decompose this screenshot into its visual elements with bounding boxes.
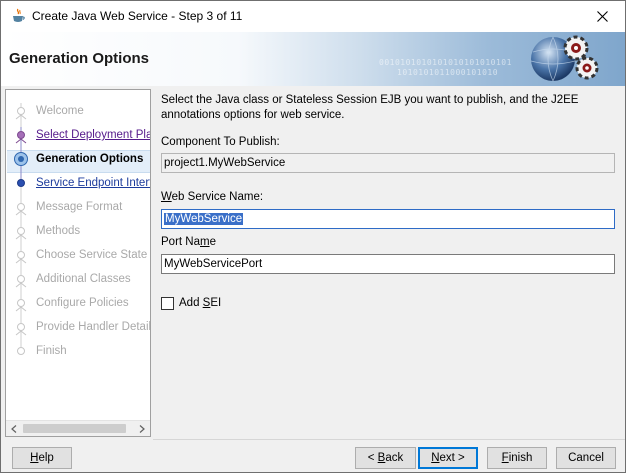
- close-icon: [596, 11, 608, 22]
- instructions-text: Select the Java class or Stateless Sessi…: [161, 94, 579, 121]
- step-provide-handler-details: Provide Handler Details: [36, 321, 151, 333]
- port-name-input[interactable]: MyWebServicePort: [161, 254, 615, 274]
- step-methods: Methods: [36, 225, 81, 237]
- chevron-left-icon: [11, 425, 17, 433]
- web-service-name-input[interactable]: MyWebService: [161, 209, 615, 229]
- step-finish: Finish: [36, 345, 67, 357]
- step-welcome: Welcome: [36, 105, 84, 117]
- scroll-left-button[interactable]: [7, 423, 21, 435]
- step-generation-options[interactable]: Generation Options: [36, 151, 143, 167]
- web-service-gears-icon: [530, 35, 599, 82]
- wizard-header-banner: Generation Options 001010101010101010101…: [1, 32, 625, 86]
- finish-button[interactable]: Finish: [487, 447, 547, 469]
- cancel-button[interactable]: Cancel: [556, 447, 616, 469]
- component-to-publish-field[interactable]: project1.MyWebService: [161, 153, 615, 173]
- step-choose-service-state: Choose Service State: [36, 249, 148, 261]
- divider: [153, 439, 625, 440]
- web-service-name-label: Web Service Name:: [161, 191, 264, 203]
- window-title: Create Java Web Service - Step 3 of 11: [32, 9, 243, 23]
- java-coffee-cup-icon: [13, 8, 25, 22]
- next-button[interactable]: Next >: [418, 447, 478, 469]
- step-message-format: Message Format: [36, 201, 123, 213]
- add-sei-label: Add SEI: [179, 297, 222, 309]
- chevron-right-icon: [139, 425, 145, 433]
- title-bar: Create Java Web Service - Step 3 of 11: [1, 1, 625, 32]
- horizontal-scrollbar[interactable]: [6, 420, 150, 436]
- step-node-sei: [17, 179, 25, 187]
- step-select-deployment-platform[interactable]: Select Deployment Platform: [36, 127, 150, 143]
- back-button[interactable]: < Back: [355, 447, 416, 469]
- selected-text: MyWebService: [164, 213, 244, 225]
- add-sei-checkbox[interactable]: [161, 296, 174, 310]
- component-to-publish-label: Component To Publish:: [161, 136, 280, 148]
- binary-decoration: 1010101011000101010: [397, 68, 499, 77]
- step-node-generation: [14, 152, 28, 166]
- help-button[interactable]: Help: [12, 447, 72, 469]
- close-button[interactable]: [579, 1, 625, 32]
- add-sei-option[interactable]: Add SEI: [161, 295, 221, 311]
- wizard-dialog: Create Java Web Service - Step 3 of 11 G…: [0, 0, 626, 473]
- page-title: Generation Options: [9, 50, 150, 67]
- scrollbar-thumb[interactable]: [23, 424, 126, 433]
- scroll-right-button[interactable]: [135, 423, 149, 435]
- port-name-label: Port Name: [161, 236, 216, 248]
- step-configure-policies: Configure Policies: [36, 297, 129, 309]
- step-additional-classes: Additional Classes: [36, 273, 131, 285]
- wizard-steps-panel: Welcome Select Deployment Platform Gener…: [5, 89, 151, 437]
- binary-decoration: 0010101010101010101010101: [379, 58, 512, 67]
- step-service-endpoint-interface[interactable]: Service Endpoint Interface: [36, 175, 150, 191]
